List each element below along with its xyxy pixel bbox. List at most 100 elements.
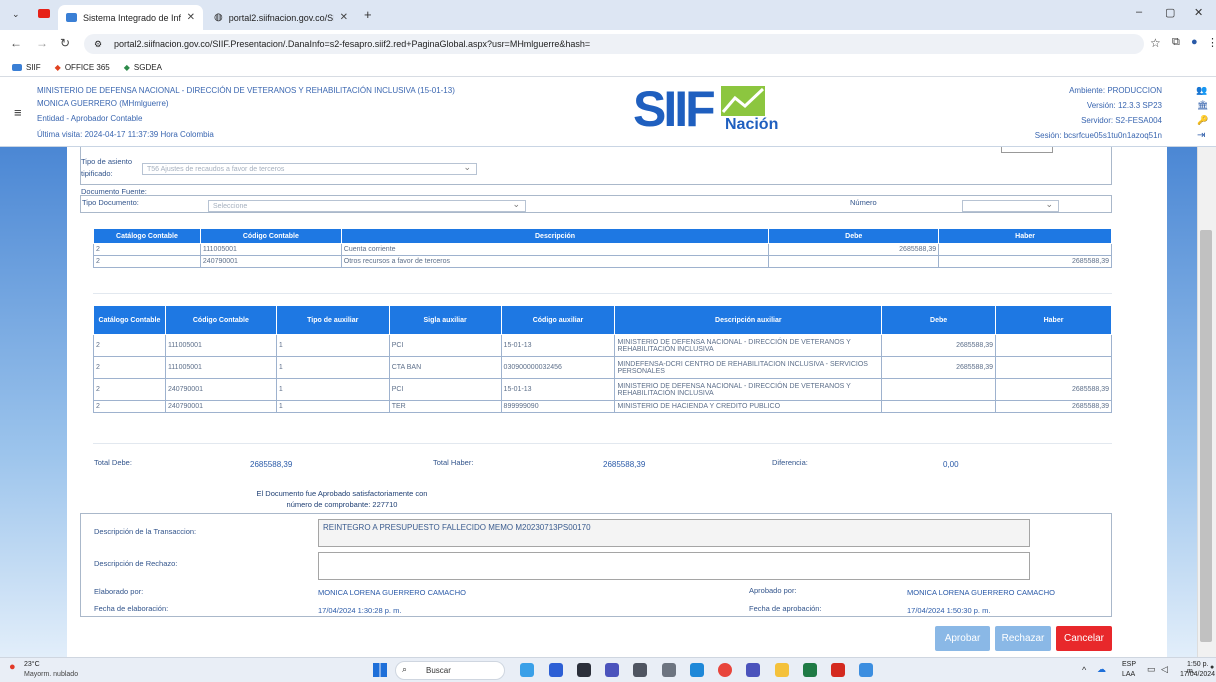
numero-top-field[interactable] xyxy=(1001,147,1053,153)
lang-code[interactable]: ESP xyxy=(1122,661,1136,668)
aprobado-value: MONICA LORENA GUERRERO CAMACHO xyxy=(907,588,1055,597)
key-icon[interactable]: 🔑 xyxy=(1197,115,1208,126)
clock-date[interactable]: 17/04/2024 xyxy=(1180,671,1215,678)
left-background-band xyxy=(0,147,67,657)
hamburger-menu-icon[interactable]: ≡ xyxy=(14,105,22,120)
scrollbar-thumb[interactable] xyxy=(1200,230,1212,642)
teams-icon[interactable] xyxy=(605,663,619,677)
right-background-band xyxy=(1167,147,1197,657)
rechazo-textarea[interactable] xyxy=(318,552,1030,580)
close-window-icon[interactable]: ✕ xyxy=(1194,6,1203,19)
windows-start-icon[interactable] xyxy=(373,663,387,677)
chrome-icon[interactable] xyxy=(718,663,732,677)
photos-icon[interactable] xyxy=(859,663,873,677)
profile-icon[interactable]: ● xyxy=(1191,36,1198,48)
teams-2-icon[interactable] xyxy=(746,663,760,677)
extensions-icon[interactable]: ⧉ xyxy=(1172,36,1180,49)
new-tab-button[interactable]: + xyxy=(364,7,372,22)
institution-icon[interactable]: 🏛 xyxy=(1197,100,1208,111)
notification-bell-icon[interactable]: ● xyxy=(1210,664,1214,671)
restore-icon[interactable]: ▢ xyxy=(1165,6,1175,19)
bookmarks-bar: SIIF ◆ OFFICE 365 ◆ SGDEA xyxy=(0,58,1216,77)
excel-icon[interactable] xyxy=(803,663,817,677)
table-row: 2 240790001 1 TER 899999090 MINISTERIO DE HAC… xyxy=(93,400,1112,413)
file-explorer-icon[interactable] xyxy=(577,663,591,677)
divider xyxy=(93,293,1112,294)
cell: 899999090 xyxy=(500,400,616,413)
calculator-icon[interactable] xyxy=(633,663,647,677)
weather-desc[interactable]: Mayorm. nublado xyxy=(24,671,78,678)
cell: 2 xyxy=(93,334,166,357)
tab-list-chevron-icon[interactable]: ⌄ xyxy=(12,9,20,20)
logo-chart-icon xyxy=(721,86,765,116)
back-icon[interactable]: ← xyxy=(10,36,22,50)
weather-icon[interactable]: ● xyxy=(9,661,16,673)
fecha-elaboracion-label: Fecha de elaboración: xyxy=(94,604,169,613)
site-info-icon[interactable]: ⚙ xyxy=(94,34,102,54)
col-codigo: Código Contable xyxy=(199,228,342,244)
cell: MINISTERIO DE HACIENDA Y CREDITO PUBLICO xyxy=(614,400,883,413)
descripcion-textarea[interactable]: REINTEGRO A PRESUPUESTO FALLECIDO MEMO M… xyxy=(318,519,1030,547)
volume-icon[interactable]: ◁ xyxy=(1161,664,1168,675)
numero-input[interactable] xyxy=(962,199,1059,212)
network-icon[interactable]: ▭ xyxy=(1147,664,1156,675)
tab-portal[interactable]: ◍ portal2.siifnacion.gov.co/SIIF./ ✕ xyxy=(206,5,356,30)
copilot-icon[interactable] xyxy=(520,663,534,677)
forward-icon[interactable]: → xyxy=(36,36,48,50)
logout-icon[interactable]: ⇥ xyxy=(1197,130,1205,141)
cell: MINISTERIO DE DEFENSA NACIONAL - DIRECCI… xyxy=(614,378,883,401)
col-sigla-auxiliar: Sigla auxiliar xyxy=(388,305,502,335)
youtube-icon[interactable] xyxy=(38,9,50,18)
minimize-icon[interactable]: – xyxy=(1136,6,1142,18)
settings-icon[interactable] xyxy=(662,663,676,677)
cell xyxy=(768,255,940,268)
url-input[interactable]: ⚙ portal2.siifnacion.gov.co/SIIF.Present… xyxy=(84,34,1144,54)
cancelar-button[interactable]: Cancelar xyxy=(1056,626,1112,651)
tab-siif[interactable]: Sistema Integrado de Informa ✕ xyxy=(58,5,203,30)
tipo-asiento-select[interactable]: T56 Ajustes de recaudos a favor de terce… xyxy=(142,162,477,175)
numero-label: Número xyxy=(850,198,877,207)
aprobar-button[interactable]: Aprobar xyxy=(935,626,990,651)
tipo-documento-select[interactable]: Seleccione xyxy=(208,199,526,212)
logo-sub: Nación xyxy=(725,116,779,133)
folder-icon[interactable] xyxy=(775,663,789,677)
contable-table: Catálogo Contable Código Contable Descri… xyxy=(93,228,1112,268)
close-tab-icon[interactable]: ✕ xyxy=(187,12,195,23)
lang-variant[interactable]: LAA xyxy=(1122,671,1135,678)
close-tab-icon[interactable]: ✕ xyxy=(340,12,348,23)
divider xyxy=(93,443,1112,444)
aprobado-label: Aprobado por: xyxy=(749,586,797,595)
users-icon[interactable]: 👥 xyxy=(1196,85,1207,96)
descripcion-label: Descripción de la Transaccion: xyxy=(94,527,197,536)
onedrive-icon[interactable]: ☁ xyxy=(1097,664,1106,675)
message-line-1: El Documento fue Aprobado satisfactoriam… xyxy=(256,489,428,498)
menu-icon[interactable]: ⋮ xyxy=(1207,36,1216,49)
ambiente: Ambiente: PRODUCCION xyxy=(1069,86,1162,95)
taskbar-search[interactable]: ⌕ Buscar xyxy=(395,661,505,680)
table-row: 2 111005001 Cuenta corriente 2685588,39 xyxy=(93,243,1112,256)
cell: 240790001 xyxy=(199,255,342,268)
weather-temp[interactable]: 23°C xyxy=(24,661,40,668)
url-text: portal2.siifnacion.gov.co/SIIF.Presentac… xyxy=(114,39,591,49)
tray-chevron-icon[interactable]: ^ xyxy=(1082,665,1086,675)
cell: PCI xyxy=(388,378,502,401)
cell: 240790001 xyxy=(164,378,277,401)
bookmark-sgdea[interactable]: ◆ SGDEA xyxy=(124,63,162,72)
acrobat-icon[interactable] xyxy=(831,663,845,677)
vscode-icon[interactable] xyxy=(690,663,704,677)
cell xyxy=(938,243,1112,256)
rechazar-button[interactable]: Rechazar xyxy=(995,626,1051,651)
office-icon: ◆ xyxy=(54,62,61,72)
logo-text: SIIF xyxy=(633,81,716,137)
taskbar: ● 23°C Mayorm. nublado ⌕ Buscar ^ ☁ ESP … xyxy=(0,657,1216,682)
bookmark-star-icon[interactable]: ☆ xyxy=(1150,36,1161,50)
bookmark-office365[interactable]: ◆ OFFICE 365 xyxy=(55,63,110,72)
table-row: 2 111005001 1 PCI 15-01-13 MINISTERIO DE DEFE… xyxy=(93,334,1112,357)
cell xyxy=(881,400,997,413)
col-codigo-auxiliar: Código auxiliar xyxy=(500,305,616,335)
reload-icon[interactable]: ↻ xyxy=(60,36,70,50)
task-view-icon[interactable] xyxy=(549,663,563,677)
cell: 15-01-13 xyxy=(500,378,616,401)
fecha-aprobacion-label: Fecha de aprobación: xyxy=(749,604,822,613)
bookmark-siif[interactable]: SIIF xyxy=(12,63,41,72)
